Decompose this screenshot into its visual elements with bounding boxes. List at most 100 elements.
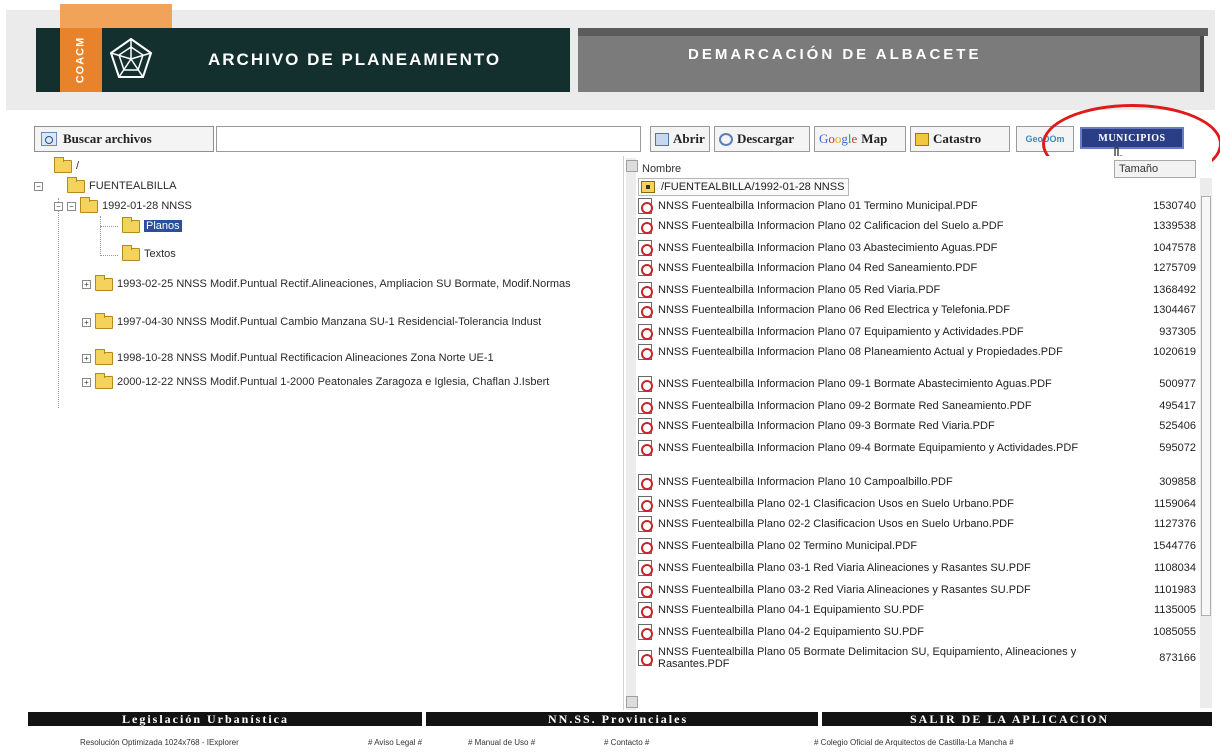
resolution-note: Resolución Optimizada 1024x768 - IExplor…	[80, 738, 239, 747]
tree-root[interactable]: /	[54, 157, 79, 173]
legal-notice-link[interactable]: # Aviso Legal #	[368, 738, 422, 747]
file-row[interactable]: NNSS Fuentealbilla Plano 03-1 Red Viaria…	[638, 560, 1200, 576]
file-row[interactable]: NNSS Fuentealbilla Plano 02 Termino Muni…	[638, 538, 1200, 554]
file-row[interactable]: NNSS Fuentealbilla Informacion Plano 10 …	[638, 474, 1200, 490]
folder-open-icon	[54, 157, 72, 173]
municipios-button[interactable]: MUNICIPIOS	[1080, 127, 1184, 149]
college-link[interactable]: # Colegio Oficial de Arquitectos de Cast…	[814, 738, 1014, 747]
folder-icon	[95, 373, 113, 389]
expand-icon: +	[82, 378, 91, 387]
folder-icon	[122, 245, 140, 261]
file-row[interactable]: NNSS Fuentealbilla Informacion Plano 09-…	[638, 398, 1200, 414]
current-path[interactable]: /FUENTEALBILLA/1992-01-28 NNSS	[638, 178, 850, 196]
file-name: NNSS Fuentealbilla Informacion Plano 07 …	[658, 326, 1024, 338]
file-row[interactable]: NNSS Fuentealbilla Informacion Plano 09-…	[638, 418, 1200, 434]
horizontal-scrollbar[interactable]	[626, 158, 636, 710]
search-files-button[interactable]: Buscar archivos	[34, 126, 214, 152]
file-row[interactable]: NNSS Fuentealbilla Informacion Plano 04 …	[638, 260, 1200, 276]
file-row[interactable]: NNSS Fuentealbilla Informacion Plano 03 …	[638, 240, 1200, 256]
tree-item-1993[interactable]: + 1993-02-25 NNSS Modif.Puntual Rectif.A…	[82, 275, 622, 291]
scroll-down-icon[interactable]	[626, 696, 638, 708]
file-row[interactable]: NNSS Fuentealbilla Informacion Plano 01 …	[638, 198, 1200, 214]
file-size: 1047578	[1153, 242, 1196, 254]
file-row[interactable]: NNSS Fuentealbilla Informacion Plano 06 …	[638, 302, 1200, 318]
tree-item-2000[interactable]: + 2000-12-22 NNSS Modif.Puntual 1-2000 P…	[82, 373, 622, 389]
download-button[interactable]: Descargar	[714, 126, 810, 152]
file-size: 873166	[1159, 652, 1196, 664]
file-row[interactable]: NNSS Fuentealbilla Plano 04-1 Equipamien…	[638, 602, 1200, 618]
tree-item-1992[interactable]: − − 1992-01-28 NNSS	[54, 197, 192, 213]
file-row[interactable]: NNSS Fuentealbilla Informacion Plano 09-…	[638, 376, 1200, 392]
file-name: NNSS Fuentealbilla Informacion Plano 01 …	[658, 200, 978, 212]
file-name: NNSS Fuentealbilla Informacion Plano 03 …	[658, 242, 998, 254]
tree-item-1997[interactable]: + 1997-04-30 NNSS Modif.Puntual Cambio M…	[82, 313, 622, 329]
open-button[interactable]: Abrir	[650, 126, 710, 152]
file-size: 1368492	[1153, 284, 1196, 296]
pdf-file-icon	[638, 440, 653, 456]
file-row[interactable]: NNSS Fuentealbilla Plano 04-2 Equipamien…	[638, 624, 1200, 640]
pdf-file-icon	[638, 398, 653, 414]
pdf-file-icon	[638, 324, 653, 340]
tree-item-1998[interactable]: + 1998-10-28 NNSS Modif.Puntual Rectific…	[82, 349, 622, 365]
file-row[interactable]: NNSS Fuentealbilla Plano 02-1 Clasificac…	[638, 496, 1200, 512]
file-row[interactable]: NNSS Fuentealbilla Plano 02-2 Clasificac…	[638, 516, 1200, 532]
file-row[interactable]: NNSS Fuentealbilla Plano 05 Bormate Deli…	[638, 646, 1200, 670]
exit-app-link[interactable]: SALIR DE LA APLICACION	[910, 712, 1109, 726]
nnss-provinciales-link[interactable]: NN.SS. Provinciales	[548, 712, 688, 726]
catastro-button[interactable]: Catastro	[910, 126, 1010, 152]
search-input[interactable]	[216, 126, 641, 152]
tree-item-textos[interactable]: Textos	[122, 245, 176, 261]
column-name-label: Nombre	[642, 163, 682, 175]
file-row[interactable]: NNSS Fuentealbilla Plano 03-2 Red Viaria…	[638, 582, 1200, 598]
geodom-label: GeoDOm	[1025, 134, 1065, 144]
file-name: NNSS Fuentealbilla Informacion Plano 06 …	[658, 304, 1010, 316]
column-header-name[interactable]: Nombre	[642, 160, 1132, 178]
google-letter: G	[819, 131, 829, 146]
tree-connector	[58, 208, 59, 408]
file-name: NNSS Fuentealbilla Informacion Plano 05 …	[658, 284, 941, 296]
tree-item-planos[interactable]: Planos	[122, 217, 182, 233]
user-manual-link[interactable]: # Manual de Uso #	[468, 738, 535, 747]
file-size: 309858	[1159, 476, 1196, 488]
contact-link[interactable]: # Contacto #	[604, 738, 649, 747]
folder-open-icon	[67, 177, 85, 193]
region-title: DEMARCACIÓN DE ALBACETE	[688, 46, 982, 63]
pdf-file-icon	[638, 344, 653, 360]
logo-text: COACM	[74, 36, 86, 84]
expand-icon: +	[82, 280, 91, 289]
expand-icon: +	[82, 318, 91, 327]
file-name: NNSS Fuentealbilla Informacion Plano 09-…	[658, 442, 1079, 454]
folder-icon	[95, 275, 113, 291]
logo: COACM	[62, 34, 98, 86]
file-size: 595072	[1159, 442, 1196, 454]
geodom-button[interactable]: GeoDOm	[1016, 126, 1074, 152]
pdf-file-icon	[638, 418, 653, 434]
open-icon	[655, 132, 669, 146]
map-label: Map	[861, 131, 888, 146]
file-name: NNSS Fuentealbilla Plano 05 Bormate Deli…	[658, 646, 1077, 670]
pdf-file-icon	[638, 240, 653, 256]
file-row[interactable]: NNSS Fuentealbilla Informacion Plano 09-…	[638, 440, 1200, 456]
current-path-label: /FUENTEALBILLA/1992-01-28 NNSS	[661, 181, 845, 193]
folder-icon	[122, 217, 140, 233]
toolbar: Buscar archivos Abrir Descargar Google M…	[28, 122, 1212, 154]
legislacion-link[interactable]: Legislación Urbanística	[122, 712, 289, 726]
scrollbar-thumb[interactable]	[1201, 196, 1211, 616]
folder-icon	[95, 349, 113, 365]
column-header-size[interactable]: Tamaño	[1114, 160, 1196, 178]
tree-item-municipality[interactable]: − FUENTEALBILLA	[34, 177, 176, 193]
file-row[interactable]: NNSS Fuentealbilla Informacion Plano 05 …	[638, 282, 1200, 298]
google-map-button[interactable]: Google Map	[814, 126, 906, 152]
file-row[interactable]: NNSS Fuentealbilla Informacion Plano 08 …	[638, 344, 1200, 360]
tree-node-label: 1998-10-28 NNSS Modif.Puntual Rectificac…	[117, 352, 494, 364]
header-orange-tab	[60, 4, 172, 30]
file-row[interactable]: NNSS Fuentealbilla Informacion Plano 07 …	[638, 324, 1200, 340]
footer-separator	[818, 712, 822, 726]
file-row[interactable]: NNSS Fuentealbilla Informacion Plano 02 …	[638, 218, 1200, 234]
file-name: NNSS Fuentealbilla Plano 03-1 Red Viaria…	[658, 562, 1031, 574]
pdf-file-icon	[638, 650, 653, 666]
app-title: ARCHIVO DE PLANEAMIENTO	[208, 50, 502, 69]
scroll-up-icon[interactable]	[626, 160, 638, 172]
page: COACM ARCHIVO DE PLANEAMIENTO DEMARCACIÓ…	[0, 0, 1220, 756]
file-name: NNSS Fuentealbilla Informacion Plano 09-…	[658, 378, 1052, 390]
